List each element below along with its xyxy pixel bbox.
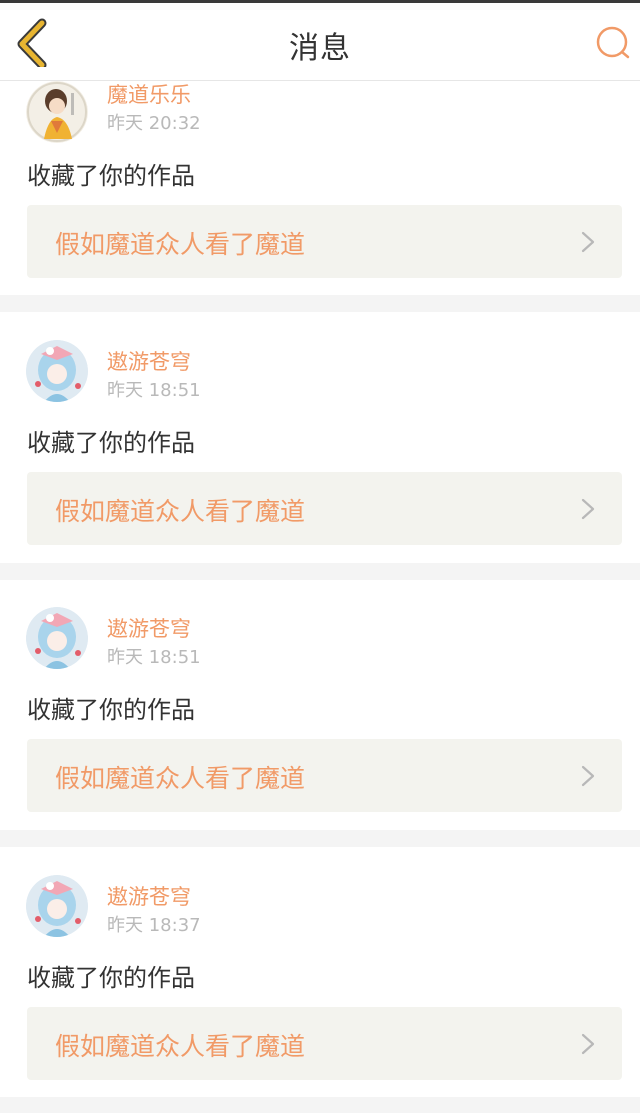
chevron-right-icon bbox=[581, 498, 595, 520]
user-name[interactable]: 魔道乐乐 bbox=[107, 81, 191, 109]
work-title: 假如魔道众人看了魔道 bbox=[55, 230, 306, 259]
action-text: 收藏了你的作品 bbox=[27, 162, 195, 190]
avatar-image bbox=[26, 81, 88, 143]
user-name[interactable]: 遨游苍穹 bbox=[107, 881, 191, 911]
chevron-right-icon bbox=[581, 765, 595, 787]
work-title: 假如魔道众人看了魔道 bbox=[55, 1032, 306, 1061]
avatar[interactable] bbox=[26, 81, 88, 143]
notification-card: 遨游苍穹 昨天 18:51 收藏了你的作品 假如魔道众人看了魔道 bbox=[0, 580, 640, 830]
nav-header: 消息 bbox=[0, 3, 640, 81]
page-title: 消息 bbox=[289, 31, 351, 66]
avatar[interactable] bbox=[26, 607, 88, 669]
work-link[interactable]: 假如魔道众人看了魔道 bbox=[27, 205, 622, 278]
action-text: 收藏了你的作品 bbox=[27, 429, 195, 457]
chevron-right-icon bbox=[581, 231, 595, 253]
action-text: 收藏了你的作品 bbox=[27, 696, 195, 724]
user-name[interactable]: 遨游苍穹 bbox=[107, 613, 191, 643]
timestamp: 昨天 18:51 bbox=[107, 647, 201, 668]
timestamp: 昨天 18:51 bbox=[107, 380, 201, 401]
work-link[interactable]: 假如魔道众人看了魔道 bbox=[27, 472, 622, 545]
avatar[interactable] bbox=[26, 340, 88, 402]
avatar-image bbox=[26, 875, 88, 937]
search-icon bbox=[596, 26, 630, 59]
notification-feed[interactable]: 魔道乐乐 昨天 20:32 收藏了你的作品 假如魔道众人看了魔道 遨游苍穹 昨天… bbox=[0, 81, 640, 1113]
timestamp: 昨天 20:32 bbox=[107, 113, 201, 134]
notification-card: 遨游苍穹 昨天 18:51 收藏了你的作品 假如魔道众人看了魔道 bbox=[0, 312, 640, 563]
avatar[interactable] bbox=[26, 875, 88, 937]
notification-card: 魔道乐乐 昨天 20:32 收藏了你的作品 假如魔道众人看了魔道 bbox=[0, 81, 640, 295]
notification-card: 遨游苍穹 昨天 18:37 收藏了你的作品 假如魔道众人看了魔道 bbox=[0, 847, 640, 1097]
work-link[interactable]: 假如魔道众人看了魔道 bbox=[27, 739, 622, 812]
work-link[interactable]: 假如魔道众人看了魔道 bbox=[27, 1007, 622, 1080]
chevron-right-icon bbox=[581, 1033, 595, 1055]
work-title: 假如魔道众人看了魔道 bbox=[55, 764, 306, 793]
search-button[interactable] bbox=[592, 23, 632, 63]
timestamp: 昨天 18:37 bbox=[107, 915, 201, 936]
avatar-image bbox=[26, 340, 88, 402]
user-name[interactable]: 遨游苍穹 bbox=[107, 346, 191, 376]
avatar-image bbox=[26, 607, 88, 669]
work-title: 假如魔道众人看了魔道 bbox=[55, 497, 306, 526]
action-text: 收藏了你的作品 bbox=[27, 964, 195, 992]
